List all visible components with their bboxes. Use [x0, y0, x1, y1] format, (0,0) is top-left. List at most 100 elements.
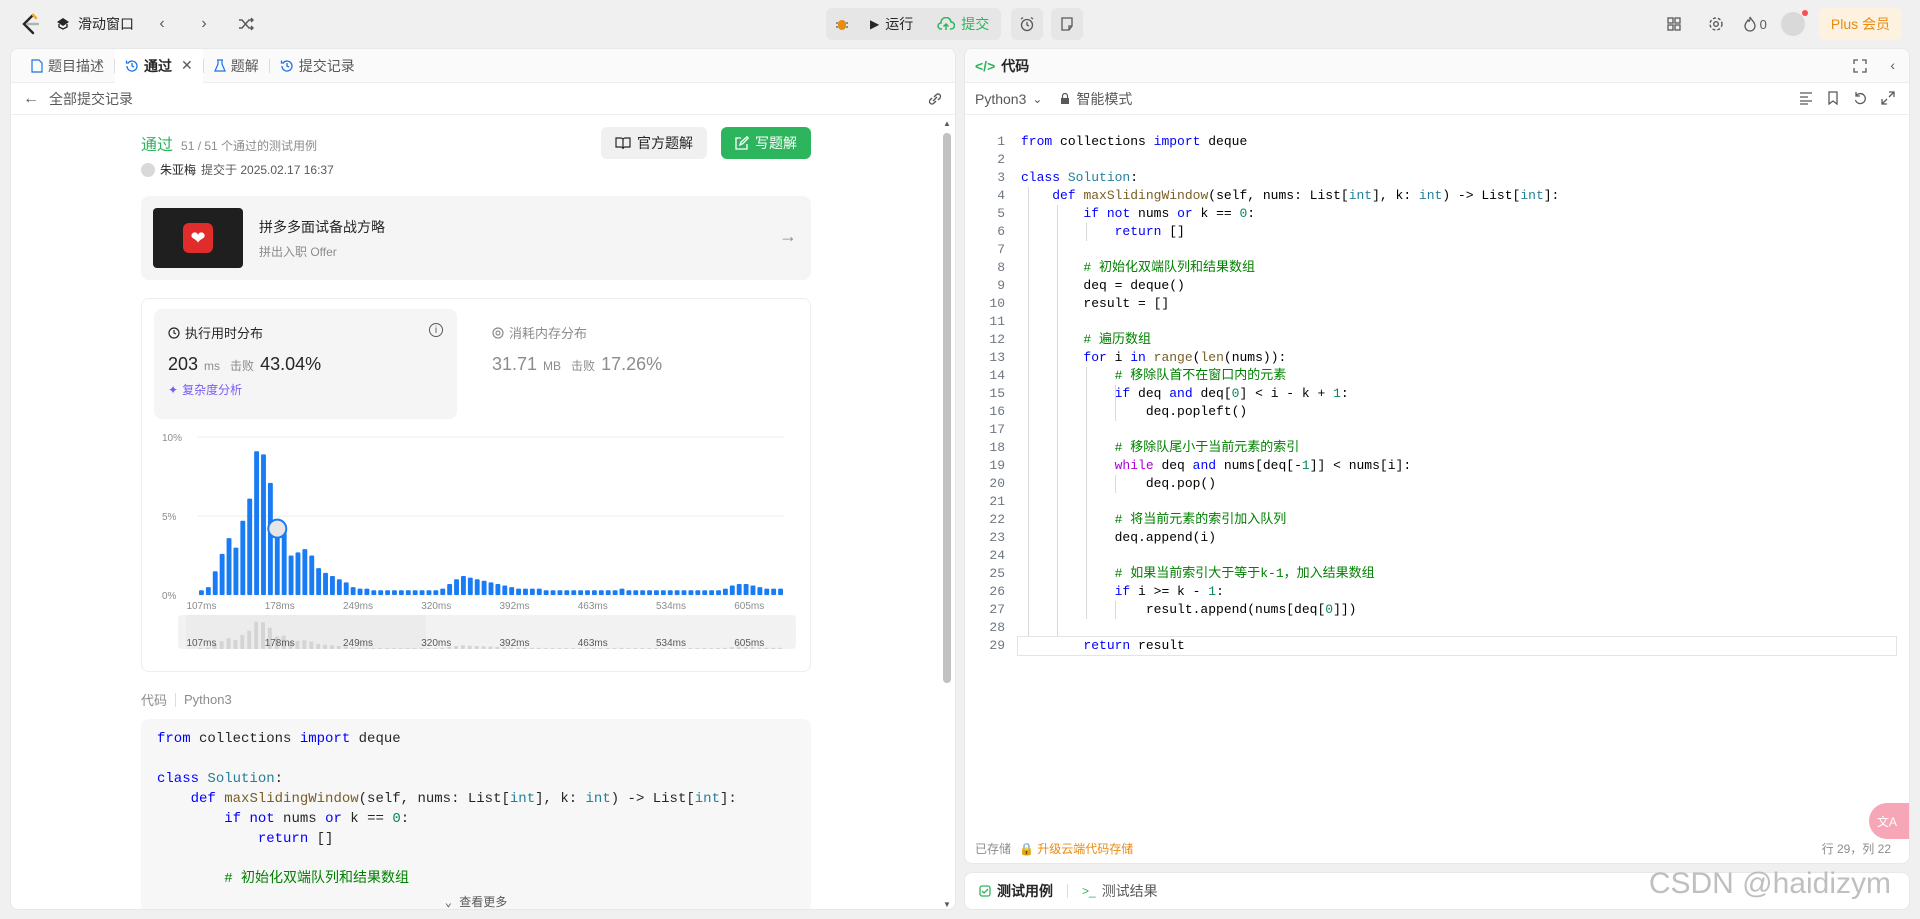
chart-bar[interactable] [357, 588, 363, 595]
chart-bar[interactable] [467, 577, 473, 595]
chart-bar[interactable] [392, 590, 397, 595]
scroll-thumb[interactable] [943, 133, 951, 683]
code-line[interactable]: 18 # 移除队尾小于当前元素的索引 [965, 439, 1895, 457]
chart-bar[interactable] [364, 588, 370, 595]
chart-bar[interactable] [385, 590, 391, 595]
chart-bar[interactable] [267, 482, 273, 595]
chart-bar[interactable] [495, 583, 501, 595]
chart-bar[interactable] [316, 568, 322, 595]
settings-button[interactable] [1702, 10, 1730, 38]
code-line[interactable]: 14 # 移除队首不在窗口内的元素 [965, 367, 1895, 385]
chart-bar[interactable] [660, 590, 666, 595]
chart-bar[interactable] [240, 520, 246, 595]
next-problem-button[interactable]: › [190, 10, 218, 38]
code-line[interactable]: 7 [965, 241, 1895, 259]
chart-bar[interactable] [343, 582, 349, 595]
back-arrow-icon[interactable]: ← [23, 90, 39, 108]
code-line[interactable]: 21 [965, 493, 1895, 511]
code-line[interactable]: 17 [965, 421, 1895, 439]
runtime-card[interactable]: 执行用时分布 i 203 ms 击败 43.04% ✦ 复杂度分析 [154, 309, 457, 419]
chart-bar[interactable] [688, 590, 694, 595]
runtime-distribution-chart[interactable]: 10% 5% 0% 107ms 178ms 249ms 320ms 392ms 463ms 534… [142, 419, 810, 669]
chart-bar[interactable] [440, 588, 446, 595]
prev-problem-button[interactable]: ‹ [148, 10, 176, 38]
run-button[interactable]: ▶ 运行 [858, 8, 926, 40]
debug-button[interactable] [826, 8, 858, 40]
code-line[interactable]: 11 [965, 313, 1895, 331]
chart-bar[interactable] [419, 590, 425, 595]
chart-bar[interactable] [674, 590, 680, 595]
chart-bar[interactable] [626, 590, 632, 595]
my-submission-marker[interactable] [267, 518, 288, 539]
chart-bar[interactable] [647, 590, 653, 595]
submitter-name[interactable]: 朱亚梅 [160, 161, 196, 178]
chart-bar[interactable] [536, 588, 542, 595]
promo-banner[interactable]: ❤ 拼多多面试备战方略 拼出入职 Offer → [141, 196, 811, 280]
chart-bar[interactable] [261, 454, 266, 595]
code-line[interactable]: 16 deq.popleft() [965, 403, 1895, 421]
chart-bar[interactable] [709, 590, 715, 595]
code-line[interactable]: 15 if deq and deq[0] < i - k + 1: [965, 385, 1895, 403]
chart-bar[interactable] [336, 579, 342, 595]
chart-bar[interactable] [433, 590, 439, 595]
chart-bar[interactable] [633, 590, 639, 595]
chart-bar[interactable] [729, 585, 735, 595]
translate-icon[interactable]: 文A [1869, 803, 1909, 839]
chart-bar[interactable] [447, 583, 453, 595]
chart-bar[interactable] [757, 587, 763, 595]
chart-bar[interactable] [454, 579, 459, 595]
close-icon[interactable]: ✕ [181, 57, 193, 74]
chart-bar[interactable] [295, 552, 301, 595]
code-line[interactable]: 1 from collections import deque [965, 133, 1895, 151]
smart-mode-toggle[interactable]: 智能模式 [1060, 89, 1132, 109]
code-line[interactable]: 23 deq.append(i) [965, 529, 1895, 547]
chart-bar[interactable] [681, 590, 687, 595]
chart-bar[interactable] [557, 590, 563, 595]
code-line[interactable]: 13 for i in range(len(nums)): [965, 349, 1895, 367]
chart-bar[interactable] [309, 555, 315, 596]
left-scrollbar[interactable]: ▲ ▼ [941, 119, 953, 909]
chart-bar[interactable] [233, 547, 239, 595]
chart-bar[interactable] [323, 572, 328, 595]
chart-bar[interactable] [398, 590, 404, 595]
timer-button[interactable] [1011, 8, 1044, 40]
code-line[interactable]: 24 [965, 547, 1895, 565]
code-line[interactable]: 4 def maxSlidingWindow(self, nums: List[… [965, 187, 1895, 205]
chart-bar[interactable] [302, 549, 308, 595]
tab-submissions[interactable]: 提交记录 [270, 49, 365, 83]
code-line[interactable]: 12 # 遍历数组 [965, 331, 1895, 349]
chart-bar[interactable] [329, 576, 335, 595]
chart-bar[interactable] [219, 553, 225, 595]
chart-bar[interactable] [226, 538, 232, 595]
code-line[interactable]: 3 class Solution: [965, 169, 1895, 187]
chart-bar[interactable] [426, 590, 432, 595]
chart-bar[interactable] [474, 579, 480, 595]
chart-bar[interactable] [612, 590, 618, 595]
info-icon[interactable]: i [429, 323, 443, 337]
chart-bar[interactable] [488, 582, 494, 595]
chart-bar[interactable] [523, 588, 528, 595]
chart-bar[interactable] [371, 590, 377, 595]
chart-bar[interactable] [205, 587, 211, 595]
code-line[interactable]: 2 [965, 151, 1895, 169]
notes-button[interactable] [1051, 8, 1084, 40]
upgrade-storage-link[interactable]: 🔒 升级云端代码存储 [1019, 840, 1133, 857]
chart-bar[interactable] [529, 588, 535, 595]
chart-bar[interactable] [564, 590, 570, 595]
scroll-up-arrow-icon[interactable]: ▲ [943, 119, 951, 128]
random-problem-button[interactable] [232, 10, 260, 38]
code-line[interactable]: 28 [965, 619, 1895, 637]
reset-icon[interactable] [1853, 91, 1867, 105]
code-line[interactable]: 10 result = [] [965, 295, 1895, 313]
chart-bar[interactable] [405, 590, 411, 595]
chart-bar[interactable] [578, 590, 584, 595]
streak-counter[interactable]: 0 [1743, 16, 1767, 32]
code-line[interactable]: 27 result.append(nums[deq[0]]) [965, 601, 1895, 619]
chart-bar[interactable] [550, 590, 556, 595]
code-line[interactable]: 20 deq.pop() [965, 475, 1895, 493]
code-line[interactable]: 19 while deq and nums[deq[-1]] < nums[i]… [965, 457, 1895, 475]
chart-bar[interactable] [605, 590, 611, 595]
chart-bar[interactable] [247, 498, 253, 595]
all-submissions-link[interactable]: 全部提交记录 [49, 89, 133, 109]
tab-code[interactable]: </> 代码 [975, 56, 1029, 76]
